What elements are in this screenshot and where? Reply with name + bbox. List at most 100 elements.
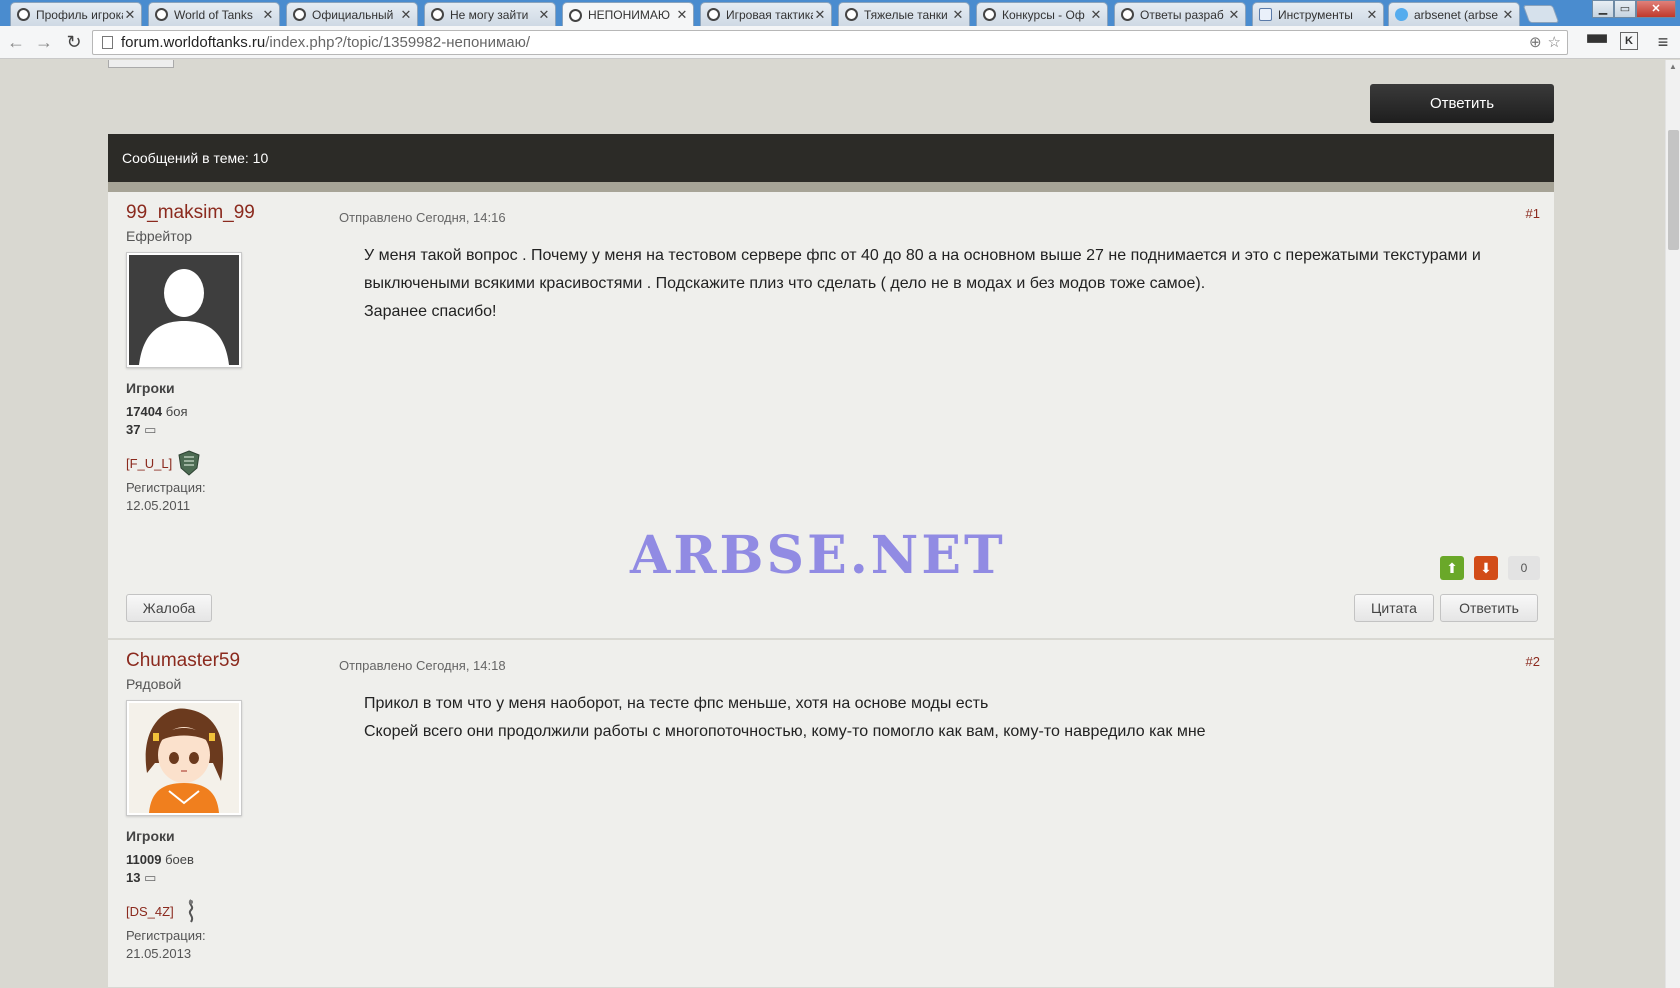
mask-extension-icon[interactable]: ▀▀ [1586, 32, 1608, 52]
wot-favicon-icon [983, 8, 996, 21]
back-arrow-icon[interactable]: ← [4, 31, 28, 53]
close-tab-icon[interactable]: ✕ [1501, 7, 1515, 23]
posts-count: 13 [126, 870, 141, 885]
thread-header: Сообщений в теме: 10 [108, 134, 1554, 182]
forum-page: Ответить Сообщений в теме: 10 99_maksim_… [0, 60, 1665, 988]
close-tab-icon[interactable]: ✕ [1365, 7, 1379, 23]
clan-tag[interactable]: [F_U_L] [126, 456, 172, 471]
battles-label: боев [165, 852, 194, 867]
post-number-link[interactable]: #2 [1526, 654, 1540, 669]
tab-title: Тяжелые танки [864, 7, 948, 22]
wot-favicon-icon [1121, 8, 1134, 21]
speech-bubble-icon: ▭ [144, 422, 157, 437]
tab-10[interactable]: Инструменты ✕ [1252, 2, 1384, 26]
author-battles: 17404 боя [126, 404, 298, 419]
address-path: /index.php?/topic/1359982-непонимаю/ [265, 34, 531, 51]
tab-title: Конкурсы - Оф [1002, 7, 1085, 22]
wot-favicon-icon [845, 8, 858, 21]
posts-count: 37 [126, 422, 141, 437]
post-date: Отправлено Сегодня, 14:16 [339, 210, 506, 225]
reputation-score: 0 [1508, 556, 1540, 580]
rep-up-arrow-icon[interactable]: ⬆ [1440, 556, 1464, 580]
author-rank: Рядовой [126, 676, 182, 692]
close-tab-icon[interactable]: ✕ [813, 7, 827, 23]
forward-arrow-icon[interactable]: → [32, 31, 56, 53]
close-tab-icon[interactable]: ✕ [1227, 7, 1241, 23]
reputation-controls: ⬆ ⬇ 0 [1440, 556, 1540, 580]
author-posts: 13 ▭ [126, 870, 298, 886]
reload-icon[interactable]: ↻ [62, 31, 86, 53]
author-pane: Chumaster59 Рядовой Игроки 11009 боев 13… [108, 640, 298, 987]
tab-title: Инструменты [1278, 7, 1353, 22]
close-tab-icon[interactable]: ✕ [123, 7, 137, 23]
report-button[interactable]: Жалоба [126, 594, 212, 622]
page-icon [102, 36, 113, 49]
default-avatar-icon [129, 255, 239, 365]
post-date: Отправлено Сегодня, 14:18 [339, 658, 506, 673]
post-text-line: Заранее спасибо! [364, 303, 497, 320]
tab-8[interactable]: Конкурсы - Оф ✕ [976, 2, 1108, 26]
tab-title: Игровая тактика [726, 7, 813, 22]
clan-row: [F_U_L] [126, 450, 298, 476]
reply-button[interactable]: Ответить [1440, 594, 1538, 622]
tab-5-active[interactable]: НЕПОНИМАЮ ✕ [562, 2, 694, 27]
clan-tag[interactable]: [DS_4Z] [126, 904, 174, 919]
k-extension-icon[interactable]: K [1620, 32, 1638, 50]
close-tab-icon[interactable]: ✕ [537, 7, 551, 23]
tab-title: Профиль игрока [36, 7, 123, 22]
tab-title: Ответы разраб [1140, 7, 1224, 22]
tab-strip: Профиль игрока ✕ World of Tanks ✕ Официаль… [0, 0, 1680, 27]
tab-title: НЕПОНИМАЮ [588, 8, 671, 22]
zoom-icon[interactable]: ⊕ [1529, 31, 1542, 54]
rep-down-arrow-icon[interactable]: ⬇ [1474, 556, 1498, 580]
bookmark-star-icon[interactable]: ☆ [1548, 31, 1561, 54]
author-group: Игроки [126, 828, 175, 844]
wot-favicon-icon [17, 8, 30, 21]
minimize-icon[interactable]: ▁ [1592, 0, 1614, 18]
document-favicon-icon [1259, 8, 1272, 21]
tab-11[interactable]: arbsenet (arbse ✕ [1388, 2, 1520, 26]
tab-title: arbsenet (arbse [1414, 7, 1499, 22]
wot-favicon-icon [431, 8, 444, 21]
new-tab-button[interactable] [1522, 5, 1560, 23]
tab-1[interactable]: Профиль игрока ✕ [10, 2, 142, 26]
close-tab-icon[interactable]: ✕ [261, 7, 275, 23]
page-scrollbar[interactable]: ▲ [1665, 60, 1680, 988]
author-name[interactable]: Chumaster59 [126, 650, 298, 672]
battles-count: 17404 [126, 404, 163, 419]
close-tab-icon[interactable]: ✕ [399, 7, 413, 23]
author-name[interactable]: 99_maksim_99 [126, 202, 298, 224]
wot-favicon-icon [155, 8, 168, 21]
author-pane: 99_maksim_99 Ефрейтор Игроки 17404 боя 3… [108, 192, 298, 638]
tab-6[interactable]: Игровая тактика ✕ [700, 2, 832, 26]
tab-2[interactable]: World of Tanks ✕ [148, 2, 280, 26]
tab-9[interactable]: Ответы разраб ✕ [1114, 2, 1246, 26]
menu-icon[interactable]: ≡ [1652, 32, 1674, 52]
avatar[interactable] [126, 252, 242, 368]
post-number-link[interactable]: #1 [1526, 206, 1540, 221]
scroll-up-arrow-icon[interactable]: ▲ [1669, 62, 1677, 71]
watermark-text: ARBSE.NET [630, 525, 1006, 586]
avatar[interactable] [126, 700, 242, 816]
address-bar[interactable]: forum.worldoftanks.ru/index.php?/topic/1… [92, 30, 1568, 55]
battles-count: 11009 [126, 852, 162, 867]
tab-4[interactable]: Не могу зайти ✕ [424, 2, 556, 26]
tab-7[interactable]: Тяжелые танки ✕ [838, 2, 970, 26]
browser-toolbar: ← → ↻ forum.worldoftanks.ru/index.php?/t… [0, 26, 1680, 59]
post-body: У меня такой вопрос . Почему у меня на т… [364, 242, 1538, 326]
post-text-line: Скорей всего они продолжили работы с мно… [364, 723, 1206, 740]
post-body: Прикол в том что у меня наоборот, на тес… [364, 690, 1538, 746]
maximize-icon[interactable]: ▭ [1614, 0, 1636, 18]
reply-top-button[interactable]: Ответить [1370, 84, 1554, 123]
close-tab-icon[interactable]: ✕ [675, 7, 689, 23]
quote-button[interactable]: Цитата [1354, 594, 1434, 622]
scrollbar-thumb[interactable] [1668, 130, 1679, 250]
close-window-icon[interactable]: ✕ [1636, 0, 1676, 18]
registration-label: Регистрация: [126, 480, 206, 495]
window-controls: ▁ ▭ ✕ [1592, 0, 1676, 18]
close-tab-icon[interactable]: ✕ [951, 7, 965, 23]
previous-avatar [108, 60, 174, 68]
anime-avatar-icon [129, 703, 239, 813]
tab-3[interactable]: Официальный ✕ [286, 2, 418, 26]
close-tab-icon[interactable]: ✕ [1089, 7, 1103, 23]
